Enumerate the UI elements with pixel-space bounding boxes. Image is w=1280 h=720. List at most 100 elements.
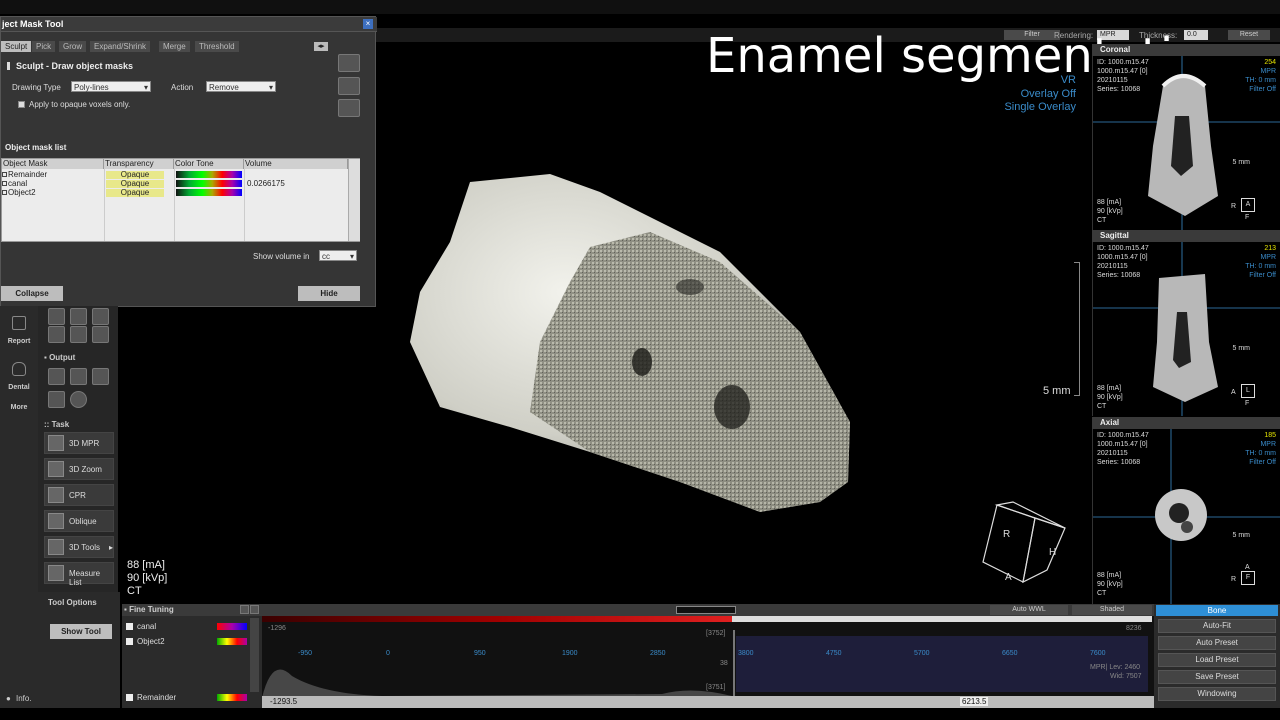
- table-scrollbar[interactable]: [348, 159, 360, 241]
- fine-tuning-scrollbar[interactable]: [250, 618, 259, 692]
- task-section[interactable]: :: Task: [44, 420, 69, 429]
- row-checkbox[interactable]: [2, 190, 7, 195]
- row-transparency[interactable]: Opaque: [106, 171, 164, 179]
- load-preset-button[interactable]: Load Preset: [1158, 653, 1276, 667]
- reset-mask-icon[interactable]: [338, 99, 360, 117]
- col-object-mask[interactable]: Object Mask: [2, 159, 104, 169]
- print-icon[interactable]: [70, 368, 87, 385]
- orientation-box[interactable]: L: [1241, 384, 1255, 398]
- tool-icon[interactable]: [70, 326, 87, 343]
- task-3d-mpr[interactable]: 3D MPR: [44, 432, 114, 454]
- opaque-only-checkbox[interactable]: [18, 101, 25, 108]
- col-color-tone[interactable]: Color Tone: [174, 159, 244, 169]
- redo-icon[interactable]: [338, 77, 360, 95]
- row-color-tone[interactable]: [176, 189, 242, 196]
- col-transparency[interactable]: Transparency: [104, 159, 174, 169]
- nav-report[interactable]: Report: [0, 316, 38, 345]
- row-checkbox[interactable]: [2, 172, 7, 177]
- save-preset-button[interactable]: Save Preset: [1158, 670, 1276, 684]
- task-3d-zoom[interactable]: 3D Zoom: [44, 458, 114, 480]
- row-volume: 0.0266175: [247, 179, 285, 188]
- tab-sculpt[interactable]: Sculpt: [1, 41, 32, 52]
- tool-icon[interactable]: [92, 308, 109, 325]
- fine-tuning-item[interactable]: Remainder: [125, 692, 259, 704]
- range-slider[interactable]: [676, 606, 736, 614]
- tab-grow[interactable]: Grow: [59, 41, 87, 52]
- item-color-tone[interactable]: [217, 694, 247, 701]
- undo-icon[interactable]: [338, 54, 360, 72]
- task-cpr[interactable]: CPR: [44, 484, 114, 506]
- nav-dental[interactable]: Dental: [0, 362, 38, 391]
- panel-menu-icon[interactable]: [240, 605, 249, 614]
- windowing-button[interactable]: Windowing: [1158, 687, 1276, 701]
- task-oblique[interactable]: Oblique: [44, 510, 114, 532]
- reset-button[interactable]: Reset: [1228, 30, 1270, 40]
- table-row[interactable]: canal Opaque 0.0266175: [2, 179, 348, 188]
- chevron-down-icon: ▾: [268, 83, 273, 92]
- tab-expand-shrink[interactable]: Expand/Shrink: [90, 41, 151, 52]
- output-section[interactable]: ▪ Output: [44, 353, 75, 362]
- close-icon[interactable]: ×: [363, 19, 373, 29]
- item-color-tone[interactable]: [217, 623, 247, 630]
- dialog-title[interactable]: ject Mask Tool: [1, 17, 377, 31]
- histogram-range-bar[interactable]: [262, 696, 1154, 708]
- show-tool-button[interactable]: Show Tool: [50, 624, 112, 639]
- tool-icon[interactable]: [48, 326, 65, 343]
- shaded-button[interactable]: Shaded: [1072, 605, 1152, 615]
- tick-label: 5700: [914, 650, 930, 657]
- volume-unit-select[interactable]: cc ▾: [319, 250, 357, 261]
- panel-pin-icon[interactable]: [250, 605, 259, 614]
- coronal-view[interactable]: ID: 1000.m15.47 1000.m15.47 [0] 20210115…: [1092, 56, 1280, 230]
- action-select[interactable]: Remove ▾: [206, 81, 276, 92]
- histogram-panel[interactable]: -950 0 950 1900 2850 3800 4750 5700 6650…: [262, 616, 1154, 708]
- tab-scroll-arrows-icon[interactable]: ◂▸: [314, 42, 328, 51]
- tab-threshold[interactable]: Threshold: [195, 41, 239, 52]
- row-transparency[interactable]: Opaque: [106, 189, 164, 197]
- orientation-box[interactable]: A: [1241, 198, 1255, 212]
- export-icon[interactable]: [92, 368, 109, 385]
- drawing-type-select[interactable]: Poly-lines ▾: [71, 81, 151, 92]
- row-checkbox[interactable]: [2, 181, 7, 186]
- task-label: 3D MPR: [69, 439, 100, 448]
- row-color-tone[interactable]: [176, 171, 242, 178]
- sagittal-header[interactable]: Sagittal: [1092, 230, 1280, 242]
- col-volume[interactable]: Volume: [244, 159, 348, 169]
- tool-icon[interactable]: [70, 308, 87, 325]
- fine-tuning-item[interactable]: Object2: [125, 636, 259, 648]
- orientation-box[interactable]: F: [1241, 571, 1255, 585]
- item-checkbox[interactable]: [126, 638, 133, 645]
- table-row[interactable]: Object2 Opaque: [2, 188, 348, 197]
- bone-preset-select[interactable]: Bone: [1156, 605, 1278, 616]
- axial-view[interactable]: ID: 1000.m15.47 1000.m15.47 [0] 20210115…: [1092, 429, 1280, 604]
- axial-header[interactable]: Axial: [1092, 417, 1280, 429]
- tab-merge[interactable]: Merge: [159, 41, 190, 52]
- task-measure-list[interactable]: Measure List: [44, 562, 114, 587]
- item-color-tone[interactable]: [217, 638, 247, 645]
- auto-preset-button[interactable]: Auto Preset: [1158, 636, 1276, 650]
- row-color-tone[interactable]: [176, 180, 242, 187]
- hide-button[interactable]: Hide: [298, 286, 360, 301]
- camera-icon[interactable]: [48, 368, 65, 385]
- sagittal-view[interactable]: ID: 1000.m15.47 1000.m15.47 [0] 20210115…: [1092, 242, 1280, 416]
- info-button[interactable]: ● Info.: [0, 690, 38, 708]
- tab-pick[interactable]: Pick: [32, 41, 56, 52]
- coronal-header[interactable]: Coronal: [1092, 44, 1280, 56]
- tool-icon[interactable]: [92, 326, 109, 343]
- collapse-button[interactable]: Collapse: [1, 286, 63, 301]
- section-title: Sculpt - Draw object masks: [16, 61, 134, 71]
- ma-value: 88 [mA]: [127, 559, 165, 571]
- table-row[interactable]: Remainder Opaque: [2, 170, 348, 179]
- nav-more[interactable]: More: [0, 404, 38, 411]
- auto-wwl-button[interactable]: Auto WWL: [990, 605, 1068, 615]
- auto-fit-button[interactable]: Auto-Fit: [1158, 619, 1276, 633]
- item-checkbox[interactable]: [126, 623, 133, 630]
- orientation-cube[interactable]: R A H: [975, 500, 1070, 590]
- disc-icon[interactable]: [70, 391, 87, 408]
- chevron-down-icon: ▾: [143, 83, 148, 92]
- save-icon[interactable]: [48, 391, 65, 408]
- row-transparency[interactable]: Opaque: [106, 180, 164, 188]
- task-3d-tools[interactable]: 3D Tools ▸: [44, 536, 114, 558]
- fine-tuning-item[interactable]: canal: [125, 621, 259, 633]
- tool-icon[interactable]: [48, 308, 65, 325]
- item-checkbox[interactable]: [126, 694, 133, 701]
